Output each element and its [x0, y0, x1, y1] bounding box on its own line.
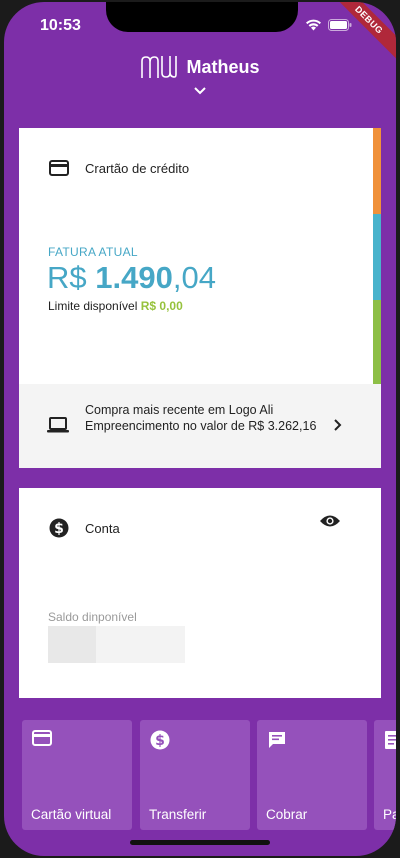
- status-bar: 10:53 DEBUG: [4, 2, 396, 65]
- notch: [106, 2, 298, 32]
- account-widget[interactable]: $ Conta Saldo dinponível: [19, 488, 381, 698]
- chat-icon: [269, 732, 285, 748]
- credit-card-icon: [49, 160, 69, 176]
- limite-value: R$ 0,00: [140, 299, 183, 313]
- nu-logo-icon: [141, 56, 178, 78]
- recent-purchase-text: Compra mais recente em Logo Ali Empreenc…: [85, 403, 317, 433]
- side-bar-blue: [373, 214, 381, 300]
- shortcut-cobrar[interactable]: Cobrar: [257, 720, 367, 830]
- dollar-icon: $: [49, 518, 69, 538]
- status-icons: [305, 18, 352, 31]
- dollar-icon: $: [150, 730, 170, 750]
- fatura-currency: R$: [47, 260, 87, 295]
- credit-card-title: Crartão de crédito: [85, 160, 190, 176]
- fatura-amount: R$ 1.490,04: [47, 260, 216, 296]
- account-header: $ Conta: [49, 518, 120, 538]
- shortcut-label: Pa: [383, 807, 396, 822]
- svg-text:$: $: [155, 733, 165, 749]
- shortcut-label: Transferir: [149, 807, 207, 822]
- home-indicator[interactable]: [130, 840, 270, 845]
- recent-purchase-row[interactable]: Compra mais recente em Logo Ali Empreenc…: [19, 384, 381, 468]
- status-time: 10:53: [40, 17, 81, 34]
- svg-text:$: $: [54, 521, 64, 537]
- saldo-hidden-value: [48, 626, 185, 663]
- credit-card-header: Crartão de crédito: [49, 160, 189, 176]
- shortcut-label: Cartão virtual: [31, 807, 112, 822]
- shortcut-transferir[interactable]: $ Transferir: [140, 720, 250, 830]
- user-name: Matheus: [186, 56, 260, 77]
- wifi-icon: [306, 19, 321, 31]
- shortcuts-row: Cartão virtual $ Transferir Cobrar Pa: [22, 720, 396, 830]
- chevron-down-icon[interactable]: [193, 86, 207, 95]
- credit-card-widget[interactable]: Crartão de crédito FATURA ATUAL R$ 1.490…: [19, 128, 381, 468]
- document-icon: [385, 731, 396, 749]
- battery-icon: [328, 18, 352, 31]
- chevron-right-icon[interactable]: [333, 418, 342, 432]
- phone-screen: 10:53 DEBUG Matheus Crartão de crédito F…: [4, 2, 396, 856]
- shortcut-partial[interactable]: Pa: [374, 720, 396, 830]
- laptop-icon: [47, 417, 69, 433]
- credit-card-icon: [32, 730, 52, 746]
- account-title: Conta: [85, 520, 120, 536]
- side-bar-green: [373, 300, 381, 384]
- side-bar-orange: [373, 128, 381, 214]
- eye-icon[interactable]: [319, 514, 341, 528]
- saldo-label: Saldo dinponível: [48, 610, 137, 624]
- fatura-amount-dec: ,04: [172, 260, 216, 295]
- limite-disponivel: Limite disponível R$ 0,00: [48, 299, 183, 313]
- fatura-label: FATURA ATUAL: [48, 245, 138, 259]
- fatura-amount-int: 1.490: [95, 260, 173, 295]
- app-header[interactable]: Matheus: [4, 54, 396, 114]
- shortcut-label: Cobrar: [266, 807, 308, 822]
- brand: Matheus: [140, 54, 260, 80]
- limite-label: Limite disponível: [48, 299, 138, 313]
- shortcut-cartao-virtual[interactable]: Cartão virtual: [22, 720, 132, 830]
